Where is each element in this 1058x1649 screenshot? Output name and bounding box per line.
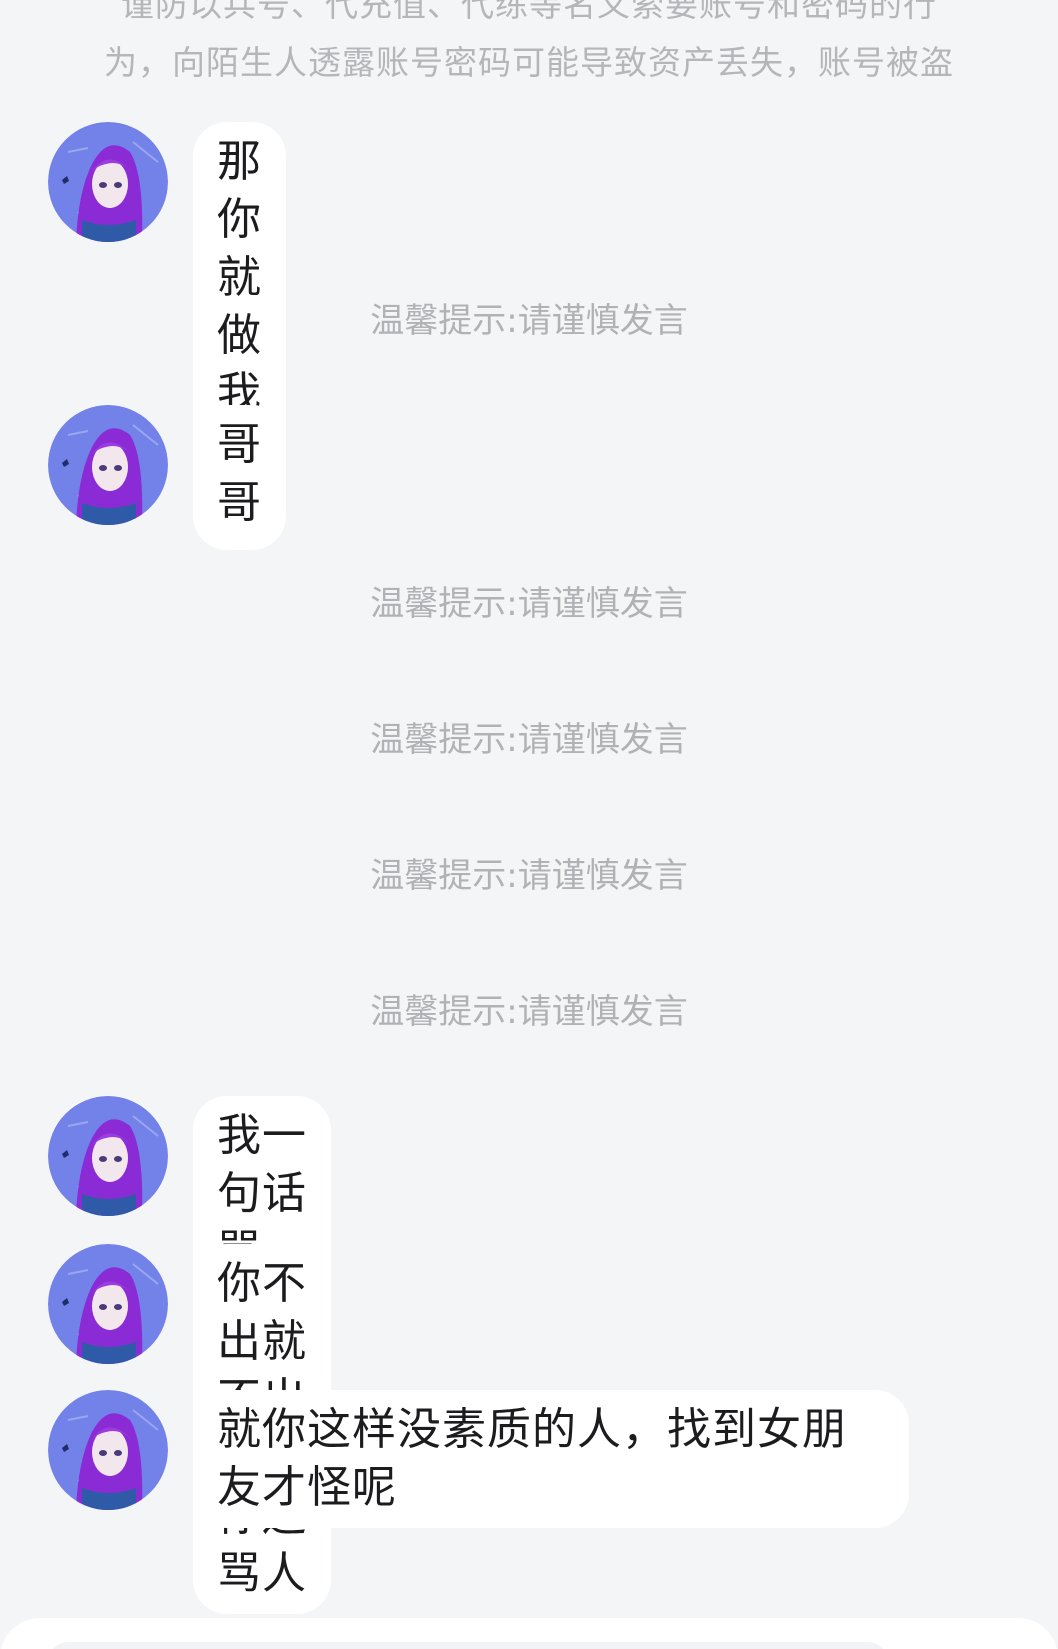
message-bubble[interactable]: 就你这样没素质的人，找到女朋友才怪呢: [193, 1390, 909, 1528]
system-tip: 温馨提示:请谨慎发言: [370, 720, 688, 760]
chat-screen: 谨防以兵号、代充值、代练等名义索要账号和密码的行 为，向陌生人透露账号密码可能导…: [0, 0, 1058, 1649]
avatar[interactable]: [48, 122, 168, 242]
anime-girl-avatar-icon: [48, 122, 168, 242]
system-tip: 温馨提示:请谨慎发言: [370, 992, 688, 1032]
anime-girl-avatar-icon: [48, 1096, 168, 1216]
security-notice: 谨防以兵号、代充值、代练等名义索要账号和密码的行 为，向陌生人透露账号密码可能导…: [0, 0, 1058, 92]
message-input[interactable]: [48, 1642, 888, 1649]
avatar[interactable]: [48, 1390, 168, 1510]
anime-girl-avatar-icon: [48, 1244, 168, 1364]
anime-girl-avatar-icon: [48, 405, 168, 525]
avatar[interactable]: [48, 1096, 168, 1216]
avatar[interactable]: [48, 1244, 168, 1364]
avatar[interactable]: [48, 405, 168, 525]
message-bubble[interactable]: 哥哥: [193, 405, 286, 543]
security-notice-line-2: 为，向陌生人透露账号密码可能导致资产丢失，账号被盗: [104, 43, 954, 82]
security-notice-line-1: 谨防以兵号、代充值、代练等名义索要账号和密码的行: [121, 0, 937, 24]
input-panel: [0, 1618, 1058, 1649]
system-tip: 温馨提示:请谨慎发言: [370, 584, 688, 624]
anime-girl-avatar-icon: [48, 1390, 168, 1510]
system-tip: 温馨提示:请谨慎发言: [370, 301, 688, 341]
system-tip: 温馨提示:请谨慎发言: [370, 856, 688, 896]
